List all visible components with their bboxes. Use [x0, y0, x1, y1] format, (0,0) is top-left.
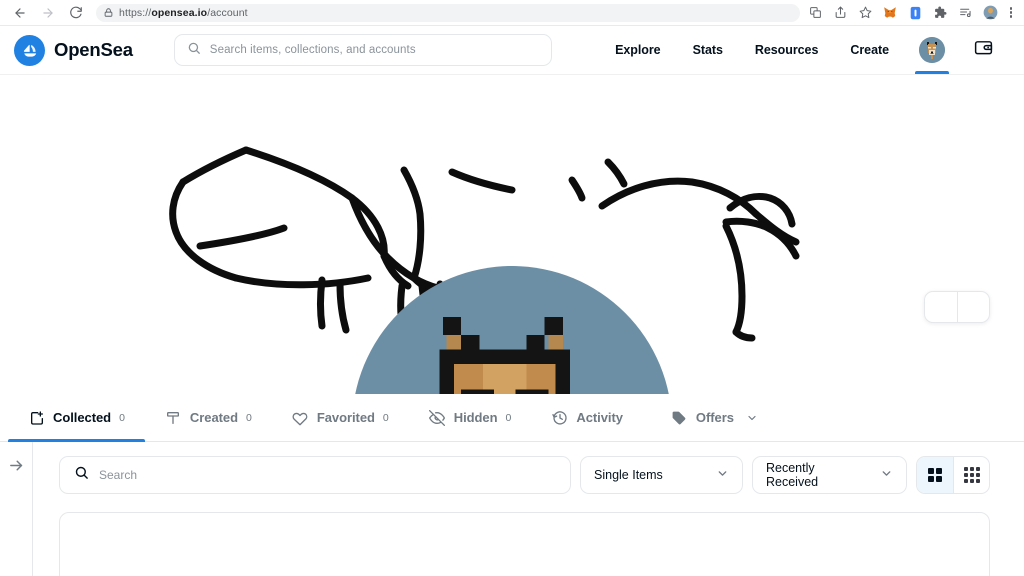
profile-banner: Duchs 0xac6c...6fb8 Joined January 2022: [0, 74, 1024, 394]
tab-label: Favorited: [316, 410, 375, 425]
profile-identity: Duchs 0xac6c...6fb8 Joined January 2022: [0, 266, 1024, 394]
wallet-extension-icon[interactable]: [908, 5, 923, 20]
share-icon[interactable]: [833, 5, 848, 20]
translate-icon[interactable]: [808, 5, 823, 20]
nav-item-create[interactable]: Create: [834, 26, 905, 74]
lock-icon: [104, 8, 113, 17]
tab-offers[interactable]: Offers: [651, 394, 778, 441]
item-search-input[interactable]: Search: [59, 456, 571, 494]
opensea-sailboat-logo: [14, 34, 45, 66]
chevron-down-icon: [716, 467, 729, 483]
grid-2x2-icon: [928, 468, 942, 482]
eye-off-icon: [429, 409, 446, 426]
forward-icon[interactable]: [40, 5, 55, 20]
tab-favorited[interactable]: Favorited 0: [272, 394, 409, 441]
nav-item-resources[interactable]: Resources: [739, 26, 834, 74]
grid-large-view[interactable]: [917, 457, 953, 493]
created-icon: [165, 409, 182, 426]
back-icon[interactable]: [12, 5, 27, 20]
browser-toolbar: https://opensea.io/account: [0, 0, 1024, 26]
puzzle-extensions-icon[interactable]: [933, 5, 948, 20]
nav-wallet-button[interactable]: [959, 26, 1008, 74]
view-mode-toggle: [916, 456, 990, 494]
wallet-icon: [973, 37, 994, 63]
browser-nav-buttons: [8, 5, 83, 20]
bookmark-star-icon[interactable]: [858, 5, 873, 20]
tab-count: 0: [119, 411, 125, 424]
profile-tabs: Collected 0 Created 0 Favorited 0 Hidden…: [0, 394, 1024, 442]
settings-button[interactable]: [957, 292, 989, 322]
metamask-fox-icon[interactable]: [883, 5, 898, 20]
filter-rail: [0, 442, 33, 576]
tab-count: 0: [505, 411, 512, 424]
address-bar[interactable]: https://opensea.io/account: [96, 3, 800, 22]
playlist-icon[interactable]: [958, 5, 973, 20]
tab-label: Collected: [53, 410, 112, 425]
tab-collected[interactable]: Collected 0: [8, 394, 145, 442]
primary-nav: Explore Stats Resources Create: [599, 26, 1008, 74]
grid-3x3-icon: [963, 467, 980, 483]
browser-extension-icons: [808, 5, 1017, 20]
tab-count: 0: [245, 411, 252, 424]
account-avatar-icon: [919, 37, 945, 63]
tab-activity[interactable]: Activity: [531, 394, 651, 441]
search-icon: [74, 465, 89, 485]
tab-label: Created: [189, 410, 238, 425]
profile-avatar-icon[interactable]: [983, 5, 998, 20]
items-result-card: [59, 512, 990, 576]
arrow-right-icon[interactable]: [5, 454, 27, 476]
items-panel: Search Single Items Recently Received: [33, 442, 1024, 576]
item-search-placeholder: Search: [99, 468, 138, 482]
sort-value: Recently Received: [766, 461, 819, 489]
brand-name: OpenSea: [54, 39, 133, 60]
reload-icon[interactable]: [68, 5, 83, 20]
heart-icon: [292, 409, 309, 426]
nav-item-explore[interactable]: Explore: [599, 26, 677, 74]
item-type-dropdown[interactable]: Single Items: [580, 456, 743, 494]
tag-icon: [671, 409, 688, 426]
tab-label: Hidden: [453, 410, 498, 425]
collected-icon: [28, 409, 45, 426]
chevron-down-icon: [880, 467, 893, 483]
nav-item-stats[interactable]: Stats: [677, 26, 739, 74]
pixel-dog-avatar[interactable]: [355, 266, 669, 394]
global-search-placeholder: Search items, collections, and accounts: [209, 44, 416, 56]
chevron-down-icon: [746, 412, 758, 424]
opensea-logo-link[interactable]: OpenSea: [14, 34, 133, 66]
tab-label: Activity: [576, 410, 623, 425]
nav-account-avatar[interactable]: [905, 26, 959, 74]
content-area: Search Single Items Recently Received: [0, 442, 1024, 576]
search-icon: [187, 41, 201, 60]
three-dot-menu-icon[interactable]: [1008, 7, 1015, 18]
global-search-input[interactable]: Search items, collections, and accounts: [173, 34, 552, 66]
filter-bar: Search Single Items Recently Received: [59, 456, 990, 494]
tab-hidden[interactable]: Hidden 0: [409, 394, 532, 441]
url-text: https://opensea.io/account: [119, 6, 248, 19]
tab-count: 0: [382, 411, 389, 424]
clock-icon: [551, 409, 568, 426]
grid-small-view[interactable]: [953, 457, 989, 493]
tab-label: Offers: [695, 410, 734, 425]
tab-created[interactable]: Created 0: [145, 394, 272, 441]
sort-dropdown[interactable]: Recently Received: [752, 456, 907, 494]
opensea-header: OpenSea Search items, collections, and a…: [0, 26, 1024, 74]
profile-action-group: [924, 291, 990, 323]
item-type-value: Single Items: [594, 468, 663, 482]
